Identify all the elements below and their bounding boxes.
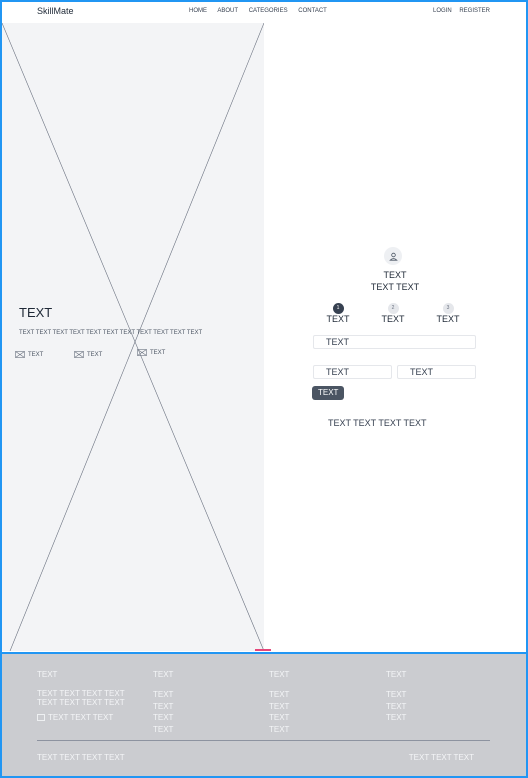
footer-link[interactable]: TEXT (153, 701, 173, 713)
footer-link[interactable]: TEXT (153, 689, 173, 701)
step-label: TEXT (436, 314, 460, 324)
footer-link[interactable]: TEXT (386, 712, 406, 724)
hero-image-placeholder: TEXT TEXT TEXT TEXT TEXT TEXT TEXT TEXT … (2, 23, 264, 651)
nav-links: HOME ABOUT CATEGORIES CONTACT (189, 8, 336, 14)
step-number: 2 (387, 303, 399, 314)
left-field[interactable]: TEXT (313, 365, 392, 379)
resize-handle[interactable] (255, 649, 271, 651)
right-field[interactable]: TEXT (397, 365, 476, 379)
footer-link[interactable]: TEXT (153, 712, 173, 724)
step-1[interactable]: 1 TEXT (318, 303, 358, 324)
login-link[interactable]: LOGIN (433, 8, 452, 14)
auth-links: LOGIN REGISTER (427, 8, 490, 14)
nav-link-about[interactable]: ABOUT (217, 8, 238, 14)
register-link[interactable]: REGISTER (459, 8, 490, 14)
hero-feature-label: TEXT (150, 349, 166, 356)
panel-subtitle: TEXT TEXT (370, 282, 420, 292)
full-width-field[interactable]: TEXT (313, 335, 476, 349)
footer-description: TEXT TEXT TEXT TEXT TEXT TEXT TEXT TEXT (37, 689, 125, 707)
footer-link[interactable]: TEXT (153, 724, 173, 736)
step-label: TEXT (381, 314, 405, 324)
footer-heading: TEXT (386, 670, 407, 679)
footer-subline-label: TEXT TEXT TEXT (48, 713, 114, 722)
image-placeholder-cross (2, 23, 264, 651)
footer-link[interactable]: TEXT (269, 712, 289, 724)
image-icon (74, 351, 84, 358)
page-footer: TEXT TEXT TEXT TEXT TEXT TEXT TEXT TEXT … (2, 652, 526, 778)
footer-col-1: TEXT TEXT TEXT TEXT TEXT TEXT TEXT TEXT … (37, 670, 137, 722)
step-3[interactable]: 3 TEXT (428, 303, 468, 324)
hero-feature: TEXT (15, 351, 43, 358)
square-icon (37, 714, 45, 721)
nav-link-categories[interactable]: CATEGORIES (249, 8, 288, 14)
footer-col-3: TEXT TEXT TEXT TEXT TEXT (269, 670, 289, 735)
footer-heading: TEXT (37, 670, 58, 679)
step-number: 3 (442, 303, 454, 314)
footer-link[interactable]: TEXT (269, 701, 289, 713)
footer-col-4: TEXT TEXT TEXT TEXT (386, 670, 406, 724)
brand-logo[interactable]: SkillMate (37, 6, 74, 16)
hero-title: TEXT (19, 305, 53, 320)
footer-bottom-links[interactable]: TEXT TEXT TEXT (409, 753, 474, 762)
top-navbar: SkillMate HOME ABOUT CATEGORIES CONTACT … (2, 2, 526, 24)
footer-link[interactable]: TEXT (386, 701, 406, 713)
hero-feature-label: TEXT (28, 351, 44, 358)
hero-feature-label: TEXT (87, 351, 103, 358)
panel-title: TEXT (383, 270, 407, 280)
user-avatar-icon (384, 247, 402, 265)
footer-link[interactable]: TEXT (269, 689, 289, 701)
footer-link[interactable]: TEXT (386, 689, 406, 701)
footer-heading: TEXT (269, 670, 290, 679)
step-number: 1 (332, 303, 344, 314)
footer-subline: TEXT TEXT TEXT (37, 713, 137, 722)
hero-feature: TEXT (137, 349, 165, 356)
hero-feature: TEXT (74, 351, 102, 358)
footer-divider (37, 740, 490, 741)
hero-subtitle: TEXT TEXT TEXT TEXT TEXT TEXT TEXT TEXT … (19, 330, 203, 336)
step-label: TEXT (326, 314, 350, 324)
submit-button[interactable]: TEXT (312, 386, 345, 400)
footer-heading: TEXT (153, 670, 174, 679)
footer-col-2: TEXT TEXT TEXT TEXT TEXT (153, 670, 173, 735)
nav-link-contact[interactable]: CONTACT (298, 8, 327, 14)
nav-link-home[interactable]: HOME (189, 8, 207, 14)
footer-link[interactable]: TEXT (269, 724, 289, 736)
footer-copyright: TEXT TEXT TEXT TEXT (37, 753, 125, 762)
panel-footer-text: TEXT TEXT TEXT TEXT (328, 418, 427, 428)
image-icon (15, 351, 25, 358)
step-2[interactable]: 2 TEXT (373, 303, 413, 324)
image-icon (137, 349, 147, 356)
signup-panel: TEXT TEXT TEXT 1 TEXT 2 TEXT 3 TEXT TEXT… (264, 23, 526, 651)
